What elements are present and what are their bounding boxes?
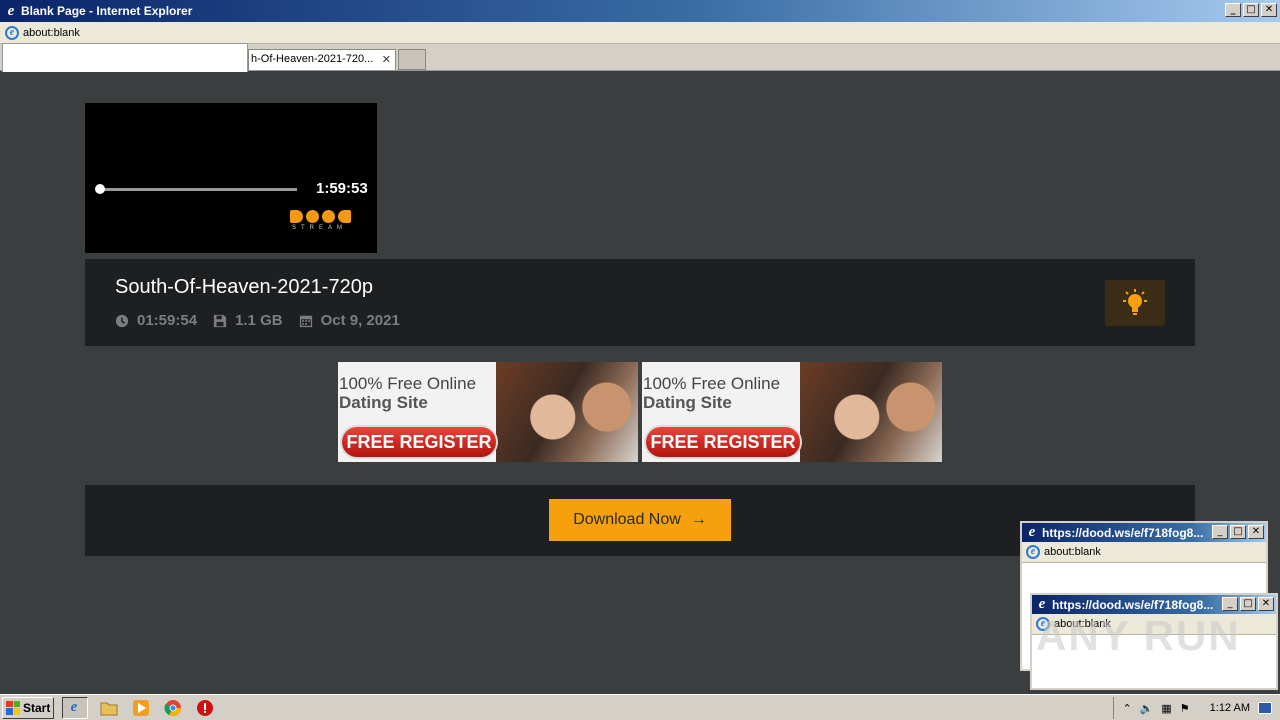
seek-handle[interactable]	[95, 184, 105, 194]
page-icon: e	[1026, 545, 1040, 559]
video-meta: 01:59:54 1.1 GB Oct 9, 2021	[115, 312, 400, 329]
minimize-button[interactable]: _	[1222, 597, 1238, 611]
video-title: South-Of-Heaven-2021-720p	[115, 276, 373, 298]
free-register-button[interactable]: FREE REGISTER	[644, 425, 802, 459]
close-button[interactable]: ✕	[1261, 3, 1277, 17]
windows-logo-icon	[6, 700, 20, 715]
video-info-panel: South-Of-Heaven-2021-720p 01:59:54 1.1 G…	[85, 259, 1195, 346]
calendar-icon	[299, 315, 312, 327]
tab-active[interactable]: h-Of-Heaven-2021-720... ✕	[248, 49, 396, 70]
download-now-button[interactable]: Download Now →	[549, 499, 731, 541]
maximize-button[interactable]: □	[1230, 525, 1246, 539]
ad-subheadline: Dating Site	[643, 393, 732, 412]
window-titlebar: e Blank Page - Internet Explorer _ □ ✕	[0, 0, 1280, 22]
save-icon	[213, 314, 227, 327]
taskbar-chrome-icon[interactable]	[162, 697, 184, 719]
close-button[interactable]: ✕	[1258, 597, 1274, 611]
dating-ad-banner[interactable]: 100% Free Online Dating Site FREE REGIST…	[338, 362, 638, 462]
tray-expand-icon[interactable]: ⌃	[1122, 702, 1131, 715]
anyrun-watermark: ANY RUN	[1036, 612, 1241, 659]
system-tray: ⌃ 🔈 ▦ ⚑ 1:12 AM	[1113, 697, 1280, 719]
start-label: Start	[23, 700, 51, 715]
arrow-right-icon: →	[690, 511, 707, 528]
window-title: Blank Page - Internet Explorer	[21, 4, 193, 18]
dood-logo-icon	[290, 210, 354, 223]
maximize-button[interactable]: □	[1243, 3, 1259, 17]
volume-icon[interactable]: 🔈	[1140, 702, 1154, 715]
download-label: Download Now	[573, 511, 681, 528]
logo-subtext: STREAM	[292, 225, 348, 231]
minimize-button[interactable]: _	[1225, 3, 1241, 17]
page-icon: e	[5, 25, 19, 40]
lights-toggle-button[interactable]	[1105, 280, 1165, 326]
action-center-flag-icon[interactable]: ⚑	[1180, 702, 1190, 715]
meta-date: Oct 9, 2021	[299, 312, 400, 329]
free-register-button[interactable]: FREE REGISTER	[340, 425, 498, 459]
meta-length: 01:59:54	[115, 312, 197, 329]
seek-bar[interactable]	[98, 188, 297, 191]
ie-logo-icon: e	[1028, 524, 1036, 540]
taskbar-media-player-icon[interactable]	[130, 697, 152, 719]
lightbulb-icon	[1123, 289, 1147, 315]
ie-logo-icon: e	[7, 2, 15, 19]
show-desktop-icon[interactable]	[1258, 702, 1272, 714]
popup-address-bar[interactable]: e about:blank	[1022, 542, 1266, 563]
ad-photo	[800, 362, 942, 462]
new-tab-button[interactable]	[398, 49, 426, 70]
tab-close-icon[interactable]: ✕	[382, 53, 391, 66]
window-controls: _ □ ✕	[1225, 3, 1277, 17]
popup-controls: _ □ ✕	[1222, 597, 1274, 611]
dating-ad-banner[interactable]: 100% Free Online Dating Site FREE REGIST…	[642, 362, 942, 462]
address-text[interactable]: about:blank	[23, 27, 80, 39]
taskbar-explorer-icon[interactable]	[98, 697, 120, 719]
ad-photo	[496, 362, 638, 462]
ad-subheadline: Dating Site	[339, 393, 428, 412]
taskbar-ie-icon[interactable]: e	[62, 696, 88, 719]
video-size: 1.1 GB	[235, 312, 283, 329]
popup-controls: _ □ ✕	[1212, 525, 1264, 539]
ad-headline: 100% Free Online	[339, 374, 477, 393]
maximize-button[interactable]: □	[1240, 597, 1256, 611]
video-player[interactable]: 1:59:53 STREAM	[85, 103, 377, 253]
network-icon[interactable]: ▦	[1161, 702, 1171, 715]
video-date: Oct 9, 2021	[320, 312, 400, 329]
clock-icon	[115, 314, 129, 327]
taskbar: Start e ⌃ 🔈 ▦ ⚑ 1:12 AM	[0, 694, 1280, 720]
tab-label: h-Of-Heaven-2021-720...	[251, 53, 374, 65]
popup-address[interactable]: about:blank	[1044, 546, 1101, 558]
video-length: 01:59:54	[137, 312, 198, 329]
taskbar-security-icon[interactable]	[194, 697, 216, 719]
meta-size: 1.1 GB	[213, 312, 283, 329]
doodstream-logo: STREAM	[290, 210, 354, 236]
minimize-button[interactable]: _	[1212, 525, 1228, 539]
ad-headline: 100% Free Online	[643, 374, 781, 393]
address-bar[interactable]: e about:blank	[0, 22, 1280, 44]
ie-logo-icon: e	[1038, 596, 1046, 612]
clock[interactable]: 1:12 AM	[1210, 702, 1250, 714]
popup-title: https://dood.ws/e/f718fog8...	[1042, 525, 1204, 540]
close-button[interactable]: ✕	[1248, 525, 1264, 539]
popup-title: https://dood.ws/e/f718fog8...	[1052, 597, 1214, 612]
start-button[interactable]: Start	[2, 696, 54, 719]
video-duration: 1:59:53	[316, 180, 368, 197]
